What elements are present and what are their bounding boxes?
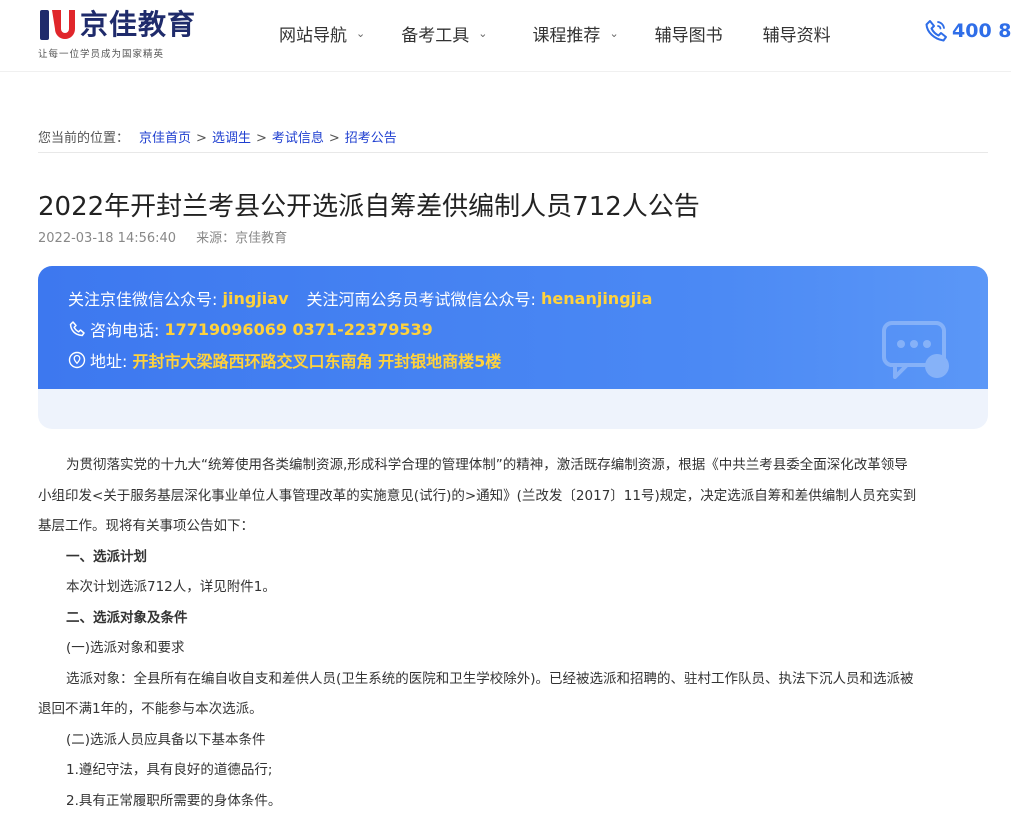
- consult-phone-label: 咨询电话:: [90, 321, 160, 340]
- address-text: 开封市大梁路西环路交叉口东南角 开封银地商楼5楼: [132, 352, 502, 371]
- wechat-label: 关注河南公务员考试微信公众号:: [306, 290, 536, 309]
- article-body: 为贯彻落实党的十九大“统筹使用各类编制资源,形成科学合理的管理体制”的精神，激活…: [38, 450, 988, 815]
- page-title: 2022年开封兰考县公开选派自筹差供编制人员712人公告: [38, 192, 700, 222]
- logo-name: 京佳教育: [80, 8, 197, 41]
- nav-item-label: 备考工具: [401, 25, 470, 46]
- breadcrumb-link-announcement[interactable]: 招考公告: [345, 131, 397, 146]
- chat-bubble-icon: [882, 321, 949, 379]
- consult-phone-numbers[interactable]: 17719096069 0371-22379539: [165, 320, 433, 339]
- breadcrumb-separator: >: [255, 131, 267, 146]
- list-item: 1.遵纪守法，具有良好的道德品行;: [66, 762, 273, 778]
- nav-item-label: 辅导资料: [762, 25, 831, 46]
- list-item: 2.具有正常履职所需要的身体条件。: [66, 792, 282, 809]
- nav-item-site-nav[interactable]: 网站导航 ⌄: [279, 21, 365, 46]
- article-paragraph: 本次计划选派712人，详见附件1。: [66, 579, 276, 595]
- nav-item-label: 网站导航: [279, 25, 347, 46]
- logo-slogan: 让每一位学员成为国家精英: [38, 49, 165, 60]
- consult-phone-line: 咨询电话: 17719096069 0371-22379539: [68, 317, 433, 341]
- section-heading: 一、选派计划: [66, 548, 147, 565]
- breadcrumb-link-xuandiaosheng[interactable]: 选调生: [212, 131, 251, 146]
- hotline-number: 400 87: [952, 20, 1011, 42]
- article-paragraph: 小组印发<关于服务基层深化事业单位人事管理改革的实施意见(试行)的>通知》(兰改…: [38, 487, 917, 504]
- section-heading: 二、选派对象及条件: [66, 609, 188, 626]
- breadcrumb-link-exam-info[interactable]: 考试信息: [272, 131, 324, 146]
- wechat-id: henanjingjia: [541, 288, 653, 308]
- main-nav: 网站导航 ⌄ 备考工具 ⌄ 课程推荐 ⌄ 辅导图书 辅导资料: [279, 20, 831, 46]
- breadcrumb-separator: >: [328, 131, 340, 146]
- nav-item-courses[interactable]: 课程推荐 ⌄: [532, 21, 618, 46]
- contact-card-banner: 关注京佳微信公众号: jingjiav 关注河南公务员考试微信公众号: hena…: [38, 266, 988, 389]
- article-paragraph: 选派对象：全县所有在编自收自支和差供人员(卫生系统的医院和卫生学校除外)。已经被…: [66, 670, 914, 687]
- phone-icon: [69, 321, 85, 337]
- logo-mark-icon: [40, 10, 75, 40]
- article-meta: 2022-03-18 14:56:40 来源：京佳教育: [38, 227, 287, 246]
- nav-item-label: 辅导图书: [654, 25, 723, 46]
- subsection-heading: (二)选派人员应具备以下基本条件: [66, 731, 266, 748]
- article-paragraph: 退回不满1年的，不能参与本次选派。: [38, 701, 263, 717]
- nav-item-books[interactable]: 辅导图书: [655, 21, 723, 46]
- article-paragraph: 为贯彻落实党的十九大“统筹使用各类编制资源,形成科学合理的管理体制”的精神，激活…: [66, 457, 908, 473]
- article-source: 来源：京佳教育: [196, 231, 288, 246]
- site-header: 京佳教育 让每一位学员成为国家精英 网站导航 ⌄ 备考工具 ⌄ 课程推荐 ⌄ 辅…: [0, 0, 1011, 72]
- wechat-line: 关注京佳微信公众号: jingjiav 关注河南公务员考试微信公众号: hena…: [68, 286, 652, 310]
- phone-icon: [925, 20, 947, 42]
- breadcrumb: 您当前的位置： 京佳首页 > 选调生 > 考试信息 > 招考公告: [38, 127, 988, 153]
- breadcrumb-label: 您当前的位置：: [38, 131, 130, 146]
- chevron-down-icon: ⌄: [609, 26, 619, 40]
- chevron-down-icon: ⌄: [356, 26, 366, 40]
- breadcrumb-separator: >: [196, 131, 207, 146]
- address-line: 地址: 开封市大梁路西环路交叉口东南角 开封银地商楼5楼: [68, 348, 501, 372]
- site-logo[interactable]: 京佳教育 让每一位学员成为国家精英: [38, 8, 213, 60]
- nav-item-materials[interactable]: 辅导资料: [763, 21, 831, 46]
- location-pin-icon: [68, 351, 86, 369]
- hotline[interactable]: 400 87: [924, 18, 1011, 44]
- nav-item-label: 课程推荐: [532, 25, 601, 46]
- wechat-label: 关注京佳微信公众号:: [68, 290, 218, 309]
- contact-card: 关注京佳微信公众号: jingjiav 关注河南公务员考试微信公众号: hena…: [38, 266, 988, 429]
- article-paragraph: 基层工作。现将有关事项公告如下：: [38, 518, 254, 534]
- breadcrumb-link-home[interactable]: 京佳首页: [139, 131, 191, 146]
- wechat-id: jingjiav: [222, 288, 289, 308]
- nav-item-exam-tools[interactable]: 备考工具 ⌄: [401, 21, 487, 46]
- chevron-down-icon: ⌄: [478, 26, 488, 40]
- subsection-heading: (一)选派对象和要求: [66, 640, 185, 656]
- address-label: 地址:: [90, 352, 128, 371]
- publish-date: 2022-03-18 14:56:40: [38, 231, 177, 246]
